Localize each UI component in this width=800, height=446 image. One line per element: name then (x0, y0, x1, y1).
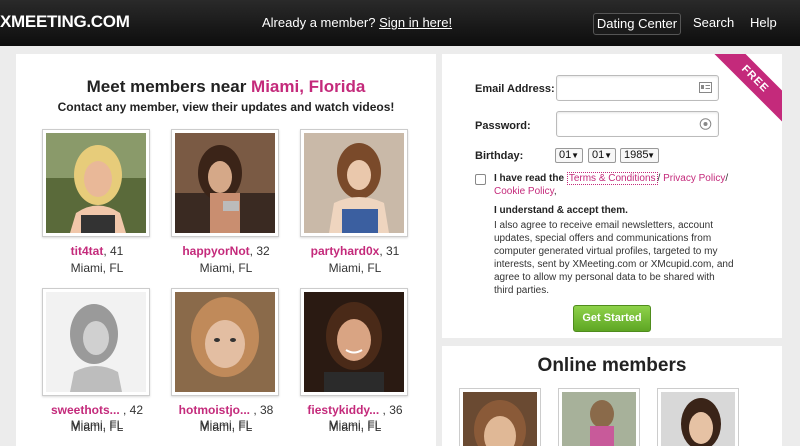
member-photo-image (46, 292, 146, 392)
member-photo[interactable] (42, 288, 150, 396)
birth-year-select[interactable]: 1985 ▼ (620, 148, 659, 163)
email-field[interactable] (556, 75, 719, 101)
birth-day-value: 01 (592, 149, 605, 161)
nav-search[interactable]: Search (693, 13, 734, 35)
member-location: Miami, FL (70, 418, 124, 432)
online-members-panel: Online members (442, 346, 782, 446)
birthday-label: Birthday: (475, 150, 524, 162)
member-age: , 32 (249, 244, 270, 258)
member-photo-image (304, 133, 404, 233)
chevron-down-icon: ▼ (571, 151, 579, 160)
separator-slash: / (725, 173, 729, 184)
member-age: , 41 (103, 244, 124, 258)
birth-month-select[interactable]: 01 ▼ (555, 148, 583, 163)
title-prefix: Meet members near (86, 77, 252, 96)
password-field[interactable] (556, 111, 719, 137)
terms-checkbox[interactable] (475, 174, 486, 185)
birth-day-select[interactable]: 01 ▼ (588, 148, 616, 163)
member-photo[interactable] (171, 288, 279, 396)
terms-text: I have read the Terms & Conditions / Priv… (494, 172, 734, 297)
separator-slash: / (657, 173, 661, 184)
online-member-photo-image (463, 392, 537, 446)
site-logo[interactable]: XMEETING.COM (0, 12, 130, 32)
privacy-policy-link[interactable]: Privacy Policy (663, 173, 725, 184)
member-photo-image (175, 292, 275, 392)
separator-comma: , (553, 186, 557, 197)
nav-help[interactable]: Help (750, 13, 777, 35)
member-name[interactable]: happyorNot (182, 244, 249, 258)
cookie-policy-link[interactable]: Cookie Policy (494, 186, 554, 197)
member-location: Miami, FL (199, 418, 253, 432)
member-location: Miami, FL (70, 261, 124, 275)
member-location: Miami, FL (328, 418, 382, 432)
consent-text: I also agree to receive email newsletter… (494, 220, 734, 296)
location-name: Miami, Florida (251, 77, 366, 96)
member-name[interactable]: sweethots... (51, 403, 120, 417)
online-member-photo-image (661, 392, 735, 446)
online-member-photo-image (562, 392, 636, 446)
read-text: I have read the (494, 173, 565, 184)
member-photo-image (175, 133, 275, 233)
members-near-panel: Meet members near Miami, Florida Contact… (16, 54, 436, 446)
member-name-age[interactable]: sweethots... , 42 (32, 403, 162, 417)
member-photo[interactable] (300, 288, 408, 396)
member-name-age[interactable]: happyorNot, 32 (161, 244, 291, 258)
member-photo[interactable] (42, 129, 150, 237)
online-member-photo[interactable] (657, 388, 739, 446)
member-name-age[interactable]: tit4tat, 41 (32, 244, 162, 258)
member-name[interactable]: fiestykiddy... (307, 403, 379, 417)
member-name[interactable]: hotmoistjo... (179, 403, 250, 417)
member-name[interactable]: partyhard0x (311, 244, 380, 258)
member-photo-image (304, 292, 404, 392)
member-age: , 42 (119, 403, 144, 417)
top-navigation-bar: XMEETING.COM Already a member? Sign in h… (0, 0, 800, 46)
member-name-age[interactable]: hotmoistjo... , 38 (161, 403, 291, 417)
member-photo[interactable] (300, 129, 408, 237)
birth-year-value: 1985 (624, 149, 649, 161)
already-member-text: Already a member? (262, 15, 376, 30)
chevron-down-icon: ▼ (647, 151, 655, 160)
members-near-title: Meet members near Miami, Florida (16, 77, 436, 97)
email-label: Email Address: (475, 83, 555, 95)
member-location: Miami, FL (199, 261, 253, 275)
nav-dating-center[interactable]: Dating Center (593, 13, 681, 35)
members-subtitle: Contact any member, view their updates a… (57, 100, 395, 114)
member-name-age[interactable]: fiestykiddy... , 36 (290, 403, 420, 417)
signup-form: FREE Email Address: Password: Birthday: … (442, 54, 782, 338)
member-name[interactable]: tit4tat (71, 244, 104, 258)
member-location: Miami, FL (328, 261, 382, 275)
terms-link[interactable]: Terms & Conditions (566, 172, 658, 185)
accept-text: I understand & accept them. (494, 205, 628, 216)
online-member-photo[interactable] (558, 388, 640, 446)
sign-in-link[interactable]: Sign in here! (379, 15, 452, 30)
member-name-age[interactable]: partyhard0x, 31 (290, 244, 420, 258)
eye-icon[interactable] (699, 118, 712, 130)
get-started-button[interactable]: Get Started (573, 305, 651, 332)
online-member-photo[interactable] (459, 388, 541, 446)
chevron-down-icon: ▼ (604, 151, 612, 160)
member-age: , 36 (379, 403, 403, 417)
password-label: Password: (475, 120, 531, 132)
contact-card-icon (699, 82, 712, 94)
member-photo[interactable] (171, 129, 279, 237)
free-badge: FREE (708, 54, 782, 126)
member-age: , 31 (379, 244, 400, 258)
member-age: , 38 (249, 403, 274, 417)
birth-month-value: 01 (559, 149, 572, 161)
online-members-title: Online members (537, 355, 687, 376)
member-sign-in-prompt: Already a member? Sign in here! (262, 15, 452, 30)
member-photo-image (46, 133, 146, 233)
